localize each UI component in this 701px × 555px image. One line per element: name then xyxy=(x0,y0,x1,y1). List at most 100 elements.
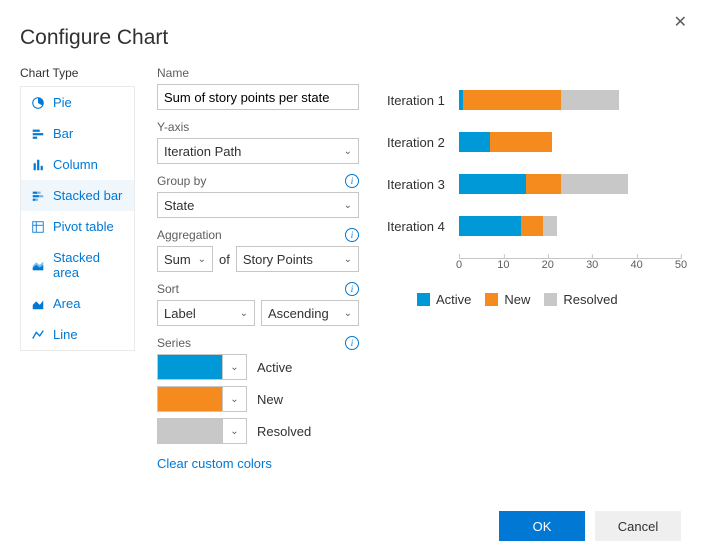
chart-bar-stack xyxy=(459,216,681,236)
groupby-label: Group by xyxy=(157,174,206,188)
chart-bar-segment xyxy=(561,174,628,194)
sidebar-item-label: Bar xyxy=(53,126,73,141)
chevron-down-icon: ⌄ xyxy=(222,355,246,379)
sidebar-item-line[interactable]: Line xyxy=(21,319,134,350)
chart-axis-tick: 40 xyxy=(630,259,642,271)
sidebar-item-label: Pivot table xyxy=(53,219,114,234)
chart-bar-stack xyxy=(459,174,681,194)
series-color-swatch xyxy=(158,419,222,443)
info-icon[interactable]: i xyxy=(345,282,359,296)
series-editor-row: ⌄ Active xyxy=(157,354,359,380)
sidebar-item-label: Pie xyxy=(53,95,72,110)
sidebar-item-bar[interactable]: Bar xyxy=(21,118,134,149)
series-color-select[interactable]: ⌄ xyxy=(157,386,247,412)
yaxis-select[interactable]: Iteration Path ⌄ xyxy=(157,138,359,164)
name-input[interactable] xyxy=(157,84,359,110)
sort-dir-value: Ascending xyxy=(268,306,329,321)
aggregation-fn-value: Sum xyxy=(164,252,191,267)
legend-label: New xyxy=(504,292,530,307)
groupby-value: State xyxy=(164,198,194,213)
sidebar-item-pivot-table[interactable]: Pivot table xyxy=(21,211,134,242)
chart-bar-segment xyxy=(463,90,561,110)
stacked-area-icon xyxy=(31,258,45,272)
series-color-swatch xyxy=(158,387,222,411)
chart-axis-tick: 30 xyxy=(586,259,598,271)
sidebar-item-label: Stacked bar xyxy=(53,188,122,203)
sort-field-select[interactable]: Label ⌄ xyxy=(157,300,255,326)
sidebar-item-column[interactable]: Column xyxy=(21,149,134,180)
legend-swatch xyxy=(417,293,430,306)
name-label: Name xyxy=(157,66,189,80)
sidebar-item-area[interactable]: Area xyxy=(21,288,134,319)
chevron-down-icon: ⌄ xyxy=(344,308,352,319)
page-title: Configure Chart xyxy=(0,0,701,50)
info-icon[interactable]: i xyxy=(345,228,359,242)
column-icon xyxy=(31,158,45,172)
chart-bar-segment xyxy=(459,216,521,236)
series-color-select[interactable]: ⌄ xyxy=(157,354,247,380)
config-form: Name Y-axis Iteration Path ⌄ Group by i … xyxy=(157,66,359,481)
sidebar-item-stacked-area[interactable]: Stacked area xyxy=(21,242,134,288)
dialog-footer: OK Cancel xyxy=(499,511,681,541)
chart-bar-row: Iteration 1 xyxy=(387,90,681,110)
chevron-down-icon: ⌄ xyxy=(344,200,352,211)
sidebar-item-label: Area xyxy=(53,296,80,311)
chart-x-axis: 01020304050 xyxy=(459,258,681,278)
chevron-down-icon: ⌄ xyxy=(222,419,246,443)
cancel-button[interactable]: Cancel xyxy=(595,511,681,541)
legend-label: Active xyxy=(436,292,471,307)
yaxis-label: Y-axis xyxy=(157,120,189,134)
chart-axis-tick: 20 xyxy=(542,259,554,271)
sort-dir-select[interactable]: Ascending ⌄ xyxy=(261,300,359,326)
aggregation-field-select[interactable]: Story Points ⌄ xyxy=(236,246,359,272)
ok-button[interactable]: OK xyxy=(499,511,585,541)
chart-preview: Iteration 1 Iteration 2 Iteration 3 Iterati… xyxy=(387,66,681,481)
close-icon[interactable]: ✕ xyxy=(674,12,687,32)
chart-category-label: Iteration 1 xyxy=(387,93,459,108)
groupby-select[interactable]: State ⌄ xyxy=(157,192,359,218)
series-name: New xyxy=(257,392,283,407)
clear-custom-colors-link[interactable]: Clear custom colors xyxy=(157,456,272,471)
yaxis-value: Iteration Path xyxy=(164,144,241,159)
sidebar-item-stacked-bar[interactable]: Stacked bar xyxy=(21,180,134,211)
chart-bar-segment xyxy=(490,132,552,152)
sidebar-item-label: Column xyxy=(53,157,98,172)
sort-field-value: Label xyxy=(164,306,196,321)
series-color-swatch xyxy=(158,355,222,379)
series-color-select[interactable]: ⌄ xyxy=(157,418,247,444)
series-name: Resolved xyxy=(257,424,311,439)
chart-category-label: Iteration 3 xyxy=(387,177,459,192)
series-label: Series xyxy=(157,336,191,350)
chart-legend: ActiveNewResolved xyxy=(417,292,681,307)
series-name: Active xyxy=(257,360,292,375)
sidebar-item-pie[interactable]: Pie xyxy=(21,87,134,118)
chart-type-panel: Chart Type Pie Bar Column xyxy=(20,66,135,481)
chart-bar-row: Iteration 3 xyxy=(387,174,681,194)
chart-bar-segment xyxy=(459,132,490,152)
legend-item: Active xyxy=(417,292,471,307)
series-editor-row: ⌄ Resolved xyxy=(157,418,359,444)
info-icon[interactable]: i xyxy=(345,174,359,188)
bar-icon xyxy=(31,127,45,141)
chart-category-label: Iteration 4 xyxy=(387,219,459,234)
aggregation-fn-select[interactable]: Sum ⌄ xyxy=(157,246,213,272)
chart-bar-stack xyxy=(459,132,681,152)
chevron-down-icon: ⌄ xyxy=(344,146,352,157)
chart-bar-segment xyxy=(459,174,526,194)
chart-bar-row: Iteration 2 xyxy=(387,132,681,152)
chart-bar-row: Iteration 4 xyxy=(387,216,681,236)
chart-bar-stack xyxy=(459,90,681,110)
chart-bar-segment xyxy=(526,174,562,194)
aggregation-of-label: of xyxy=(219,252,230,267)
chart-bar-segment xyxy=(543,216,556,236)
chart-category-label: Iteration 2 xyxy=(387,135,459,150)
stacked-bar-icon xyxy=(31,189,45,203)
info-icon[interactable]: i xyxy=(345,336,359,350)
chart-bar-segment xyxy=(521,216,543,236)
legend-swatch xyxy=(485,293,498,306)
chart-axis-tick: 10 xyxy=(497,259,509,271)
chart-axis-tick: 0 xyxy=(456,259,462,271)
legend-swatch xyxy=(544,293,557,306)
chevron-down-icon: ⌄ xyxy=(198,254,206,265)
sort-label: Sort xyxy=(157,282,179,296)
